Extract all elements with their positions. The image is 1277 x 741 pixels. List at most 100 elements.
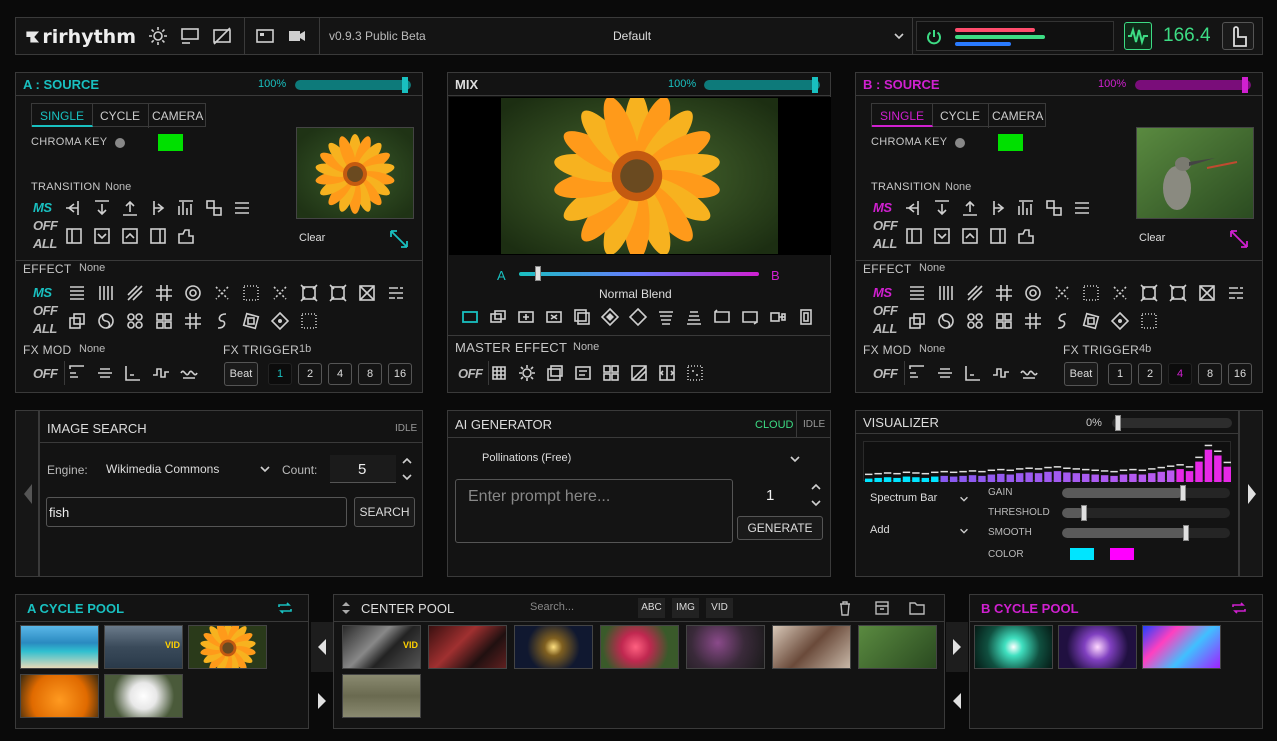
trigger-1-button[interactable]: 1 bbox=[1108, 363, 1132, 385]
effect-x-icon[interactable] bbox=[269, 283, 291, 303]
blend-bDia2-icon[interactable] bbox=[627, 307, 649, 327]
master-effect-mSun-icon[interactable] bbox=[516, 363, 538, 383]
effect-dt-icon[interactable] bbox=[1138, 311, 1160, 331]
chroma-key-color-swatch[interactable] bbox=[998, 134, 1023, 151]
cycle-repeat-icon[interactable] bbox=[277, 600, 293, 616]
clear-button[interactable]: Clear bbox=[1139, 232, 1165, 244]
tab-single[interactable]: SINGLE bbox=[872, 104, 934, 127]
visualizer-mode-select[interactable]: Spectrum Bar bbox=[870, 491, 970, 509]
effect-x-icon[interactable] bbox=[1051, 283, 1073, 303]
pool-thumbnail[interactable]: VID bbox=[104, 625, 183, 669]
pool-thumbnail[interactable] bbox=[20, 674, 99, 718]
filter-abc-button[interactable]: ABC bbox=[638, 598, 665, 618]
trigger-2-button[interactable]: 2 bbox=[298, 363, 322, 385]
effect-ch-icon[interactable] bbox=[1225, 283, 1247, 303]
fx-mod-off-button[interactable]: OFF bbox=[33, 365, 58, 382]
transition-l-icon[interactable] bbox=[903, 198, 925, 218]
effect-bx-icon[interactable] bbox=[1196, 283, 1218, 303]
generate-count-input[interactable]: 1 bbox=[738, 479, 808, 509]
transition-br-icon[interactable] bbox=[987, 226, 1009, 246]
transition-r-icon[interactable] bbox=[147, 198, 169, 218]
effect-x-icon[interactable] bbox=[211, 283, 233, 303]
provider-select[interactable]: Pollinations (Free) bbox=[482, 449, 802, 469]
effect-rot-icon[interactable] bbox=[1080, 311, 1102, 331]
blend-bDia-icon[interactable] bbox=[599, 307, 621, 327]
folder-icon[interactable] bbox=[909, 600, 925, 616]
pool-thumbnail[interactable] bbox=[686, 625, 765, 669]
fx-mod-m1-icon[interactable] bbox=[906, 363, 928, 383]
tab-camera[interactable]: CAMERA bbox=[144, 104, 211, 128]
chroma-key-toggle[interactable] bbox=[115, 138, 125, 148]
transition-b-icon[interactable] bbox=[1015, 198, 1037, 218]
transition-b-icon[interactable] bbox=[175, 198, 197, 218]
expand-arrows-icon[interactable] bbox=[388, 228, 410, 250]
blend-bPlus-icon[interactable] bbox=[515, 307, 537, 327]
trigger-1-button[interactable]: 1 bbox=[268, 363, 292, 385]
effect-fl-icon[interactable] bbox=[124, 311, 146, 331]
crossfader-handle[interactable] bbox=[535, 266, 542, 281]
pool-thumbnail[interactable]: VID bbox=[342, 625, 421, 669]
effect-ch-icon[interactable] bbox=[385, 283, 407, 303]
master-effect-off-button[interactable]: OFF bbox=[458, 365, 483, 382]
effect-q-icon[interactable] bbox=[153, 311, 175, 331]
pool-thumbnail[interactable] bbox=[1142, 625, 1221, 669]
transition-bl-icon[interactable] bbox=[63, 226, 85, 246]
source-a-opacity-slider[interactable] bbox=[295, 80, 411, 90]
visualizer-level-slider[interactable] bbox=[1112, 418, 1232, 428]
blend-bStr-icon[interactable] bbox=[655, 307, 677, 327]
chroma-key-color-swatch[interactable] bbox=[158, 134, 183, 151]
effect-ln-icon[interactable] bbox=[906, 283, 928, 303]
effect-lay-icon[interactable] bbox=[66, 311, 88, 331]
transition-h-icon[interactable] bbox=[231, 198, 253, 218]
search-query-input[interactable]: fish bbox=[46, 497, 347, 527]
master-effect-mMir-icon[interactable] bbox=[656, 363, 678, 383]
pool-thumbnail[interactable] bbox=[20, 625, 99, 669]
effect-rot-icon[interactable] bbox=[240, 311, 262, 331]
gain-slider[interactable] bbox=[1062, 488, 1230, 498]
blend-bCut-icon[interactable] bbox=[767, 307, 789, 327]
trigger-4-button[interactable]: 4 bbox=[1168, 363, 1192, 385]
effect-ci-icon[interactable] bbox=[1022, 283, 1044, 303]
threshold-handle[interactable] bbox=[1080, 505, 1087, 521]
transition-h-icon[interactable] bbox=[1071, 198, 1093, 218]
master-effect-mQ-icon[interactable] bbox=[600, 363, 622, 383]
effect-hs-icon[interactable] bbox=[1022, 311, 1044, 331]
transition-u-icon[interactable] bbox=[959, 198, 981, 218]
filter-vid-button[interactable]: VID bbox=[706, 598, 733, 618]
transition-dn-icon[interactable] bbox=[931, 226, 953, 246]
transition-ms-button[interactable]: MS bbox=[873, 199, 892, 216]
prev-page-button[interactable] bbox=[946, 676, 968, 726]
transition-l-icon[interactable] bbox=[63, 198, 85, 218]
effect-ms-button[interactable]: MS bbox=[33, 284, 52, 301]
tap-tempo-button[interactable] bbox=[1222, 22, 1254, 50]
generate-button[interactable]: GENERATE bbox=[737, 516, 823, 540]
effect-ms-button[interactable]: MS bbox=[873, 284, 892, 301]
pool-thumbnail[interactable] bbox=[1058, 625, 1137, 669]
color2-swatch[interactable] bbox=[1110, 548, 1134, 560]
tab-cycle[interactable]: CYCLE bbox=[92, 104, 150, 128]
pool-thumbnail[interactable] bbox=[104, 674, 183, 718]
count-stepper-icon[interactable] bbox=[400, 455, 414, 483]
opacity-handle[interactable] bbox=[812, 77, 818, 93]
visualizer-blend-select[interactable]: Add bbox=[870, 523, 970, 541]
effect-hs-icon[interactable] bbox=[182, 311, 204, 331]
effect-x-icon[interactable] bbox=[1109, 283, 1131, 303]
pool-thumbnail[interactable] bbox=[428, 625, 507, 669]
transition-bl-icon[interactable] bbox=[903, 226, 925, 246]
blend-bMul-icon[interactable] bbox=[543, 307, 565, 327]
pool-thumbnail[interactable] bbox=[342, 674, 421, 718]
threshold-slider[interactable] bbox=[1062, 508, 1230, 518]
opacity-handle[interactable] bbox=[1242, 77, 1248, 93]
color1-swatch[interactable] bbox=[1070, 548, 1094, 560]
transition-d-icon[interactable] bbox=[931, 198, 953, 218]
archive-icon[interactable] bbox=[874, 600, 890, 616]
fx-mod-m3-icon[interactable] bbox=[122, 363, 144, 383]
count-input[interactable]: 5 bbox=[330, 455, 396, 483]
beat-button[interactable]: Beat bbox=[1064, 362, 1098, 386]
effect-q-icon[interactable] bbox=[993, 311, 1015, 331]
fx-mod-m1-icon[interactable] bbox=[66, 363, 88, 383]
fx-mod-m5-icon[interactable] bbox=[1018, 363, 1040, 383]
next-page-button[interactable] bbox=[311, 676, 333, 726]
effect-dt-icon[interactable] bbox=[298, 311, 320, 331]
hide-output-icon[interactable] bbox=[211, 26, 233, 46]
